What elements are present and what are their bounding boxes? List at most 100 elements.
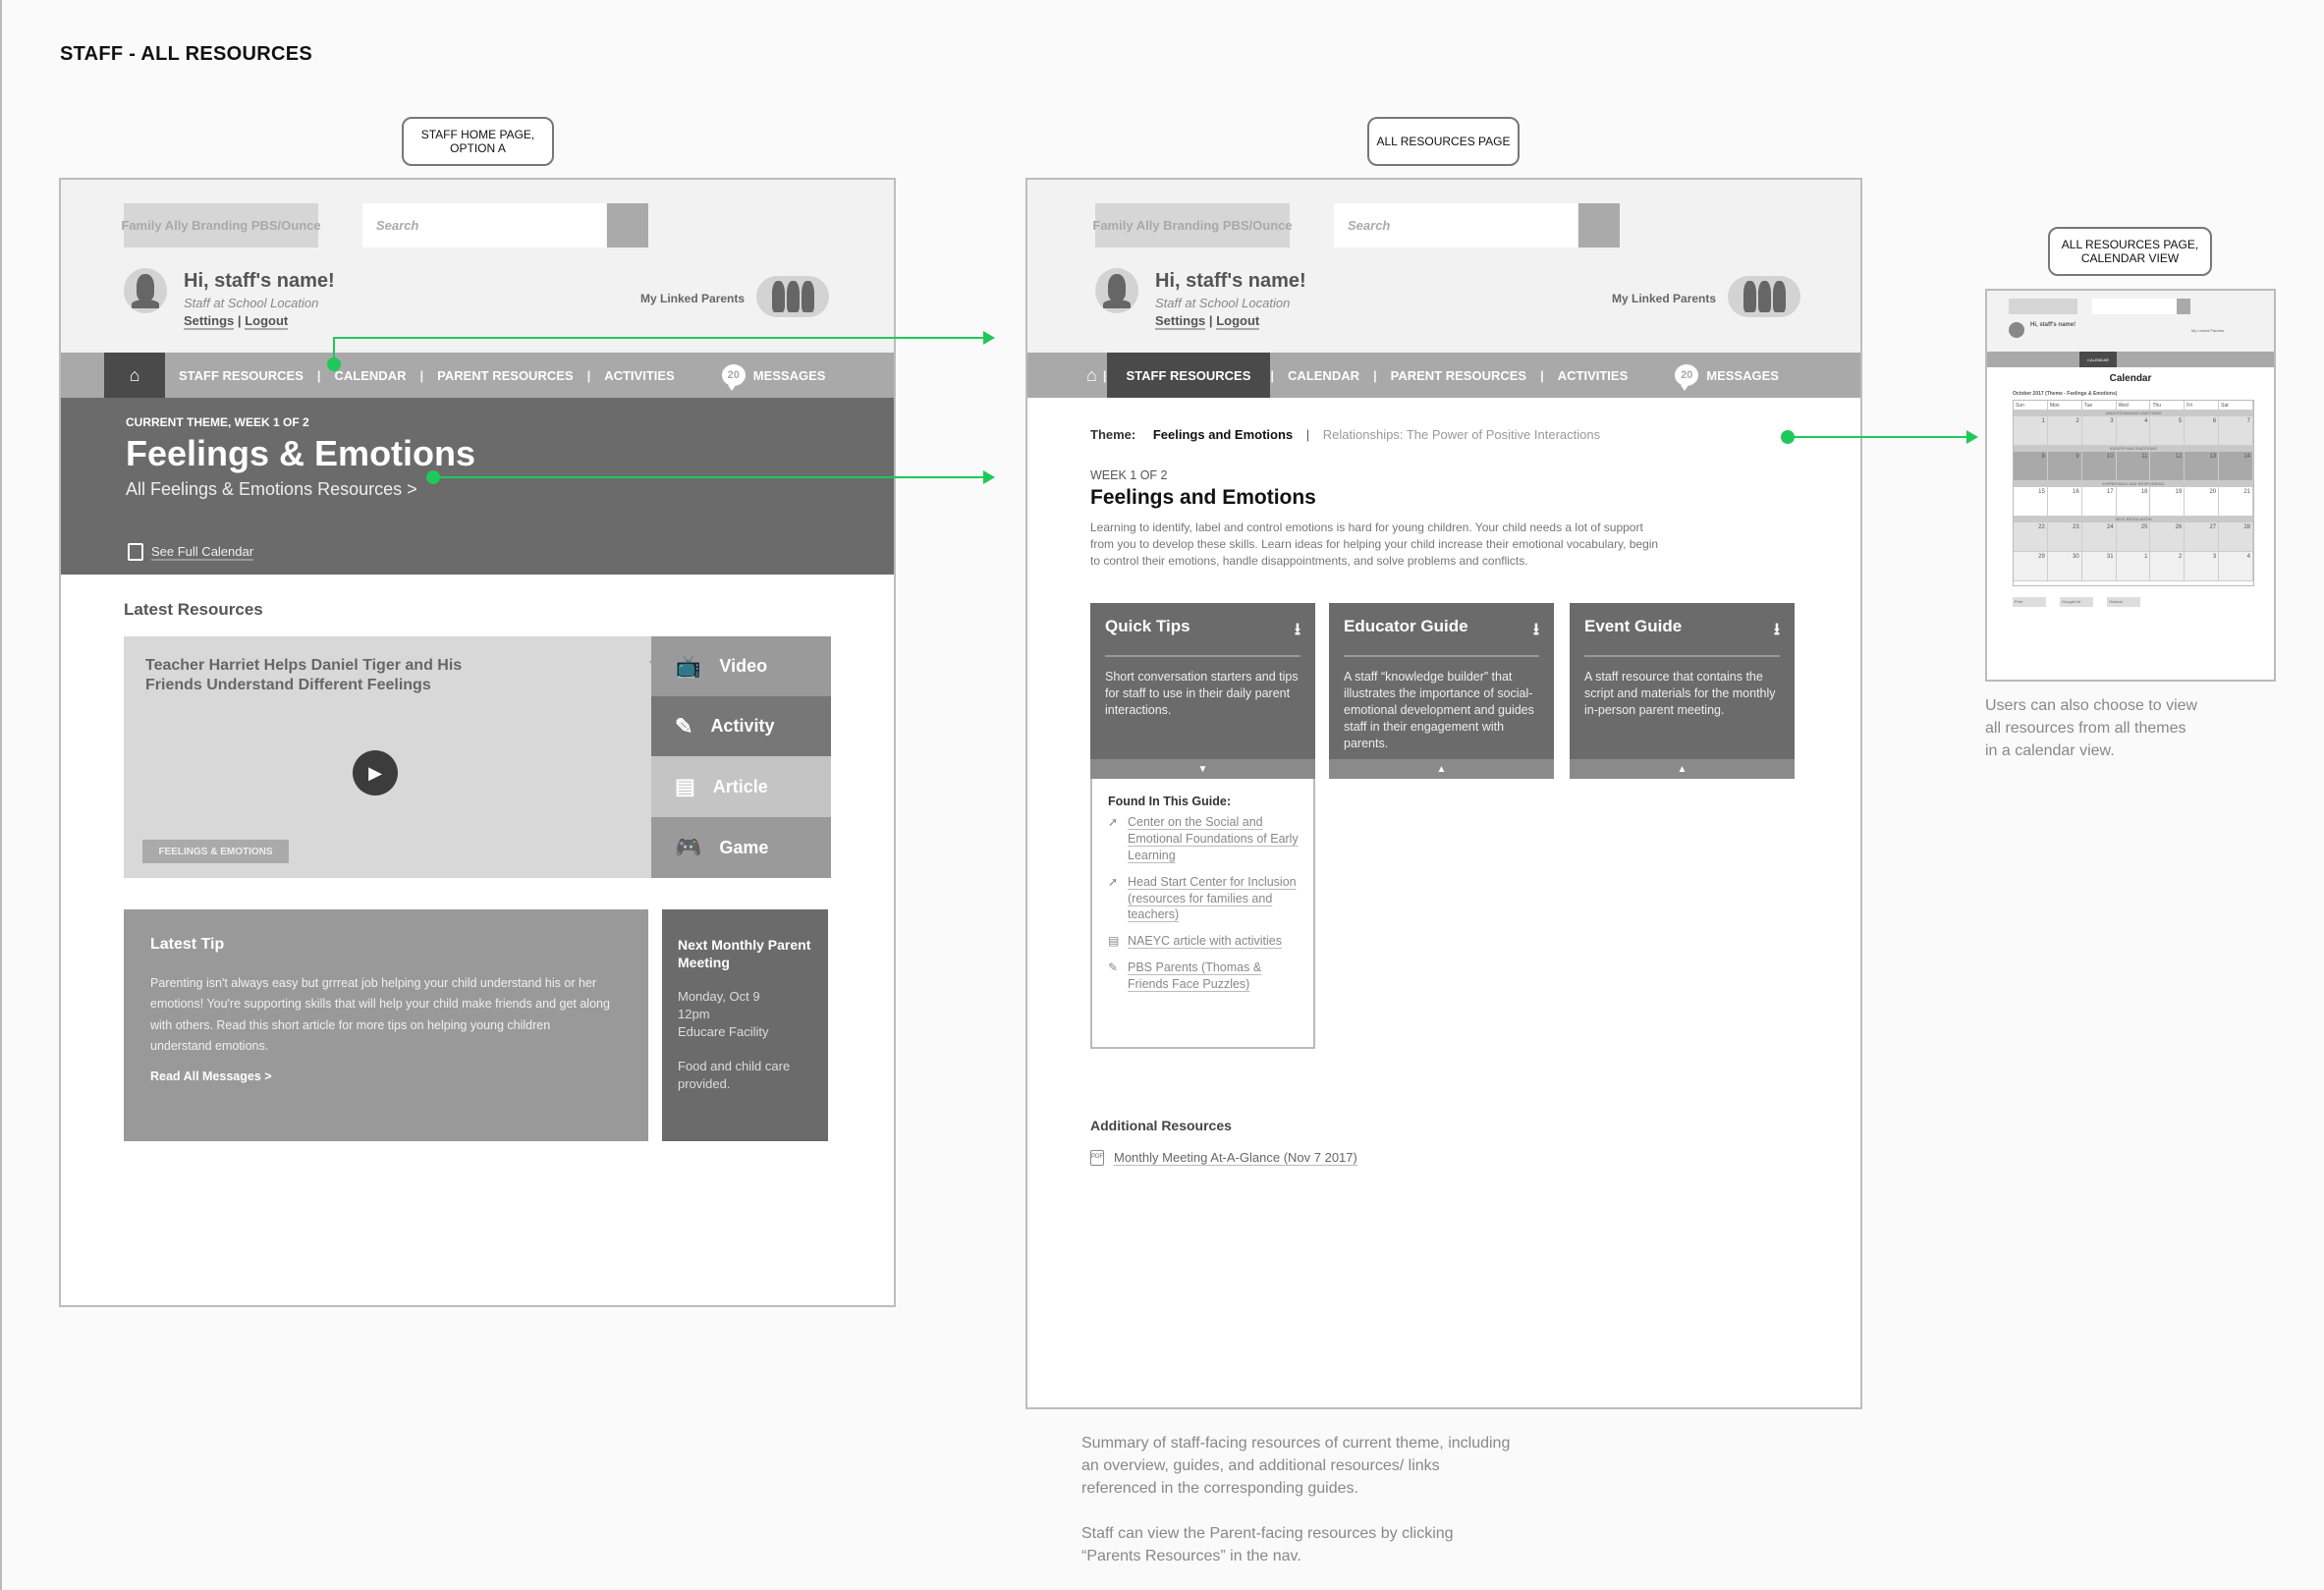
play-button[interactable]: ▶ [353, 750, 398, 795]
guide-link[interactable]: ✎ PBS Parents (Thomas & Friends Face Puzz… [1108, 959, 1303, 993]
nav-parent-resources[interactable]: PARENT RESOURCES [1377, 353, 1540, 398]
calendar-day[interactable]: 15 [2014, 487, 2048, 517]
guide-card-educator-guide[interactable]: Educator Guide ⭳ A staff “knowledge build… [1329, 603, 1554, 779]
calendar-day[interactable]: 14 [2219, 452, 2254, 481]
calendar-day[interactable]: 4 [2116, 416, 2151, 446]
guide-link[interactable]: ➚ Center on the Social and Emotional Foun… [1108, 814, 1303, 864]
nav-activities[interactable]: ACTIVITIES [1544, 353, 1642, 398]
theme-current[interactable]: Feelings and Emotions [1153, 427, 1293, 442]
calendar-day[interactable]: 22 [2014, 522, 2048, 552]
linked-parents-label[interactable]: My Linked Parents [1612, 292, 1716, 305]
settings-link[interactable]: Settings [1155, 313, 1206, 330]
calendar-day[interactable]: 12 [2150, 452, 2186, 481]
additional-resources-heading: Additional Resources [1090, 1118, 1232, 1133]
settings-link[interactable]: Settings [184, 313, 235, 330]
calendar-day[interactable]: 29 [2014, 552, 2048, 581]
logout-link[interactable]: Logout [245, 313, 289, 330]
calendar-day[interactable]: 8 [2014, 452, 2048, 481]
nav-home[interactable]: ⌂ [1080, 353, 1103, 398]
nav-messages[interactable]: 20 MESSAGES [708, 353, 840, 398]
linked-parents-icon[interactable] [1728, 276, 1800, 317]
linked-parents-label[interactable]: My Linked Parents [640, 292, 745, 305]
calendar-day[interactable]: 24 [2081, 522, 2117, 552]
expand-toggle[interactable]: ▲ [1570, 759, 1795, 779]
calendar-day[interactable]: 2 [2150, 552, 2186, 581]
search-button[interactable] [607, 203, 648, 247]
callout-calendar-view: ALL RESOURCES PAGE, CALENDAR VIEW [2048, 227, 2212, 276]
calendar-day[interactable]: 16 [2047, 487, 2082, 517]
nav-parent-resources[interactable]: PARENT RESOURCES [423, 353, 586, 398]
expand-toggle[interactable]: ▲ [1329, 759, 1554, 779]
calendar-day[interactable]: 1 [2116, 552, 2151, 581]
download-icon[interactable]: ⭳ [1295, 617, 1300, 645]
type-tab-game[interactable]: 🎮 Game [651, 817, 831, 878]
search-input [2092, 299, 2177, 314]
latest-resources-heading: Latest Resources [124, 600, 263, 619]
calendar-day[interactable]: 3 [2081, 416, 2117, 446]
logout-link[interactable]: Logout [1216, 313, 1260, 330]
calendar-day[interactable]: 6 [2185, 416, 2220, 446]
calendar-day[interactable]: 27 [2185, 522, 2220, 552]
featured-title[interactable]: Teacher Harriet Helps Daniel Tiger and H… [145, 656, 499, 695]
search-input[interactable]: Search [1334, 203, 1577, 247]
calendar-day[interactable]: 10 [2081, 452, 2117, 481]
calendar-day[interactable]: 9 [2047, 452, 2082, 481]
nav-calendar[interactable]: CALENDAR [1274, 353, 1373, 398]
download-icon[interactable]: ⭳ [1774, 617, 1780, 645]
type-tab-article[interactable]: ▤ Article [651, 756, 831, 817]
brand-logo[interactable]: Family Ally Branding PBS/Ounce [1092, 203, 1293, 247]
calendar-icon [128, 543, 143, 561]
featured-resource[interactable]: Teacher Harriet Helps Daniel Tiger and H… [124, 636, 655, 878]
calendar-day[interactable]: 26 [2150, 522, 2186, 552]
nav-home[interactable]: ⌂ [104, 353, 165, 398]
calendar-day[interactable]: 4 [2219, 552, 2254, 581]
calendar-day[interactable]: 30 [2047, 552, 2082, 581]
search-input[interactable]: Search [362, 203, 606, 247]
calendar-day[interactable]: 18 [2116, 487, 2151, 517]
type-tab-video[interactable]: 📺 Video [651, 636, 831, 696]
article-icon: ▤ [675, 774, 695, 798]
calendar-day[interactable]: 11 [2116, 452, 2151, 481]
crayon-icon: ✎ [1108, 960, 1119, 975]
article-icon: ▤ [1108, 934, 1120, 949]
link-divider: | [1208, 313, 1213, 328]
nav-staff-resources[interactable]: STAFF RESOURCES [165, 353, 317, 398]
calendar-day[interactable]: 31 [2081, 552, 2117, 581]
latest-tip-heading: Latest Tip [150, 936, 225, 953]
latest-tip-body: Parenting isn't always easy but grrreat … [150, 976, 610, 1053]
linked-parents-icon[interactable] [756, 276, 829, 317]
read-all-messages-link[interactable]: Read All Messages > [150, 1069, 272, 1083]
guide-card-quick-tips[interactable]: Quick Tips ⭳ Short conversation starters … [1090, 603, 1315, 779]
calendar-day[interactable]: 17 [2081, 487, 2117, 517]
calendar-day[interactable]: 7 [2219, 416, 2254, 446]
brand-logo[interactable]: Family Ally Branding PBS/Ounce [121, 203, 321, 247]
calendar-day[interactable]: 2 [2047, 416, 2082, 446]
guide-link[interactable]: ➚ Head Start Center for Inclusion (resour… [1108, 874, 1303, 924]
all-resources-link[interactable]: All Feelings & Emotions Resources > [126, 479, 417, 500]
type-tab-activity[interactable]: ✎ Activity [651, 696, 831, 756]
calendar-day[interactable]: 5 [2150, 416, 2186, 446]
calendar-week-row: 15 16 17 18 19 20 21 [2014, 487, 2254, 517]
additional-resource-item[interactable]: PDF Monthly Meeting At-A-Glance (Nov 7 2… [1090, 1150, 1357, 1166]
note-calendar-view: Users can also choose to view all resour… [1985, 697, 2198, 760]
calendar-day[interactable]: 3 [2185, 552, 2220, 581]
nav-staff-resources[interactable]: STAFF RESOURCES [1106, 353, 1271, 398]
collapse-toggle[interactable]: ▼ [1090, 759, 1315, 779]
calendar-day[interactable]: 1 [2014, 416, 2048, 446]
guide-link[interactable]: ▤ NAEYC article with activities [1108, 933, 1303, 950]
search-button[interactable] [1578, 203, 1620, 247]
theme-next[interactable]: Relationships: The Power of Positive Int… [1323, 427, 1600, 442]
theme-tag[interactable]: FEELINGS & EMOTIONS [142, 840, 289, 863]
calendar-day[interactable]: 19 [2150, 487, 2186, 517]
nav-activities[interactable]: ACTIVITIES [590, 353, 689, 398]
calendar-day[interactable]: 25 [2116, 522, 2151, 552]
calendar-day[interactable]: 21 [2219, 487, 2254, 517]
calendar-day[interactable]: 28 [2219, 522, 2254, 552]
nav-messages[interactable]: 20 MESSAGES [1661, 353, 1793, 398]
download-icon[interactable]: ⭳ [1533, 617, 1539, 645]
calendar-day[interactable]: 20 [2185, 487, 2220, 517]
calendar-day[interactable]: 23 [2047, 522, 2082, 552]
guide-card-event-guide[interactable]: Event Guide ⭳ A staff resource that conta… [1570, 603, 1795, 779]
see-full-calendar-link[interactable]: See Full Calendar [151, 544, 254, 561]
calendar-day[interactable]: 13 [2185, 452, 2220, 481]
